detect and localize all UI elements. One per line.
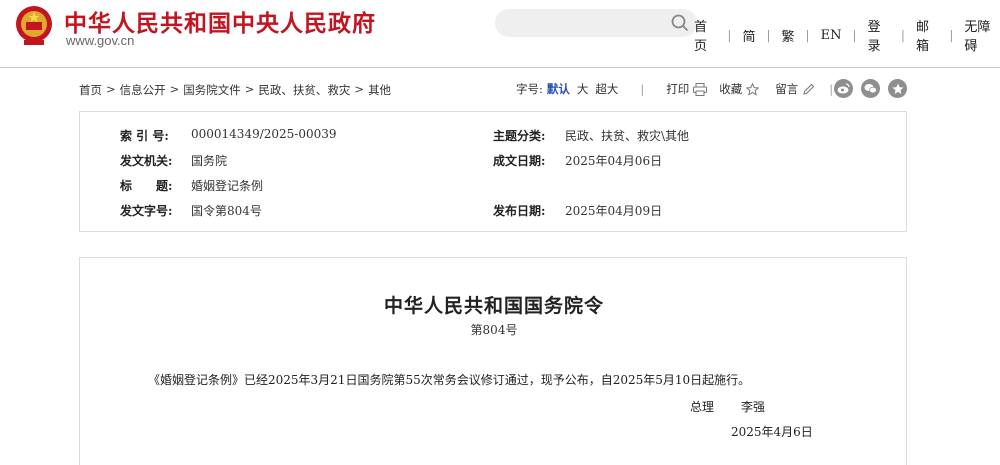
nav-simplified[interactable]: 简 — [740, 26, 757, 45]
national-emblem-icon[interactable] — [14, 4, 54, 46]
info-topic: 主题分类: 民政、扶贫、救灾\其他 — [493, 127, 689, 144]
info-topic-label: 主题分类: — [493, 129, 546, 143]
signer-name: 李强 — [741, 400, 766, 414]
share-bar — [834, 79, 915, 98]
print-label: 打印 — [666, 82, 690, 96]
info-topic-value: 民政、扶贫、救灾\其他 — [565, 129, 690, 143]
info-index-value: 000014349/2025-00039 — [191, 127, 337, 141]
info-title: 标 题: 婚姻登记条例 — [120, 177, 263, 194]
printer-icon — [693, 82, 708, 96]
breadcrumb-info-public[interactable]: 信息公开 — [120, 82, 166, 98]
signer-title: 总理 — [690, 400, 715, 414]
info-docno: 发文字号: 国令第804号 — [120, 202, 262, 219]
nav-home[interactable]: 首页 — [692, 16, 718, 54]
favorite-label: 收藏 — [719, 82, 743, 96]
font-size-label: 字号: — [516, 82, 543, 96]
document-body: 中华人民共和国国务院令 第804号 《婚姻登记条例》已经2025年3月21日国务… — [79, 257, 907, 465]
info-docno-label: 发文字号: — [120, 204, 173, 218]
weibo-share-icon[interactable] — [834, 79, 853, 98]
nav-mail[interactable]: 邮箱 — [914, 16, 940, 54]
nav-accessibility[interactable]: 无障碍 — [962, 16, 1000, 54]
site-url: www.gov.cn — [66, 33, 135, 48]
info-title-value: 婚姻登记条例 — [191, 179, 264, 193]
nav-login[interactable]: 登录 — [866, 16, 892, 54]
document-number: 第804号 — [470, 323, 518, 337]
print-button[interactable]: 打印 — [666, 81, 708, 97]
info-index: 索 引 号: 000014349/2025-00039 — [120, 127, 337, 144]
info-publish-label: 发布日期: — [493, 204, 546, 218]
site-header: 中华人民共和国中央人民政府 www.gov.cn 首页 | 简 | 繁 | EN… — [0, 0, 1000, 68]
pencil-icon — [803, 83, 815, 95]
font-size-large[interactable]: 大 — [577, 81, 589, 97]
document-date: 2025年4月6日 — [731, 425, 813, 439]
star-icon — [746, 82, 760, 96]
wechat-share-icon[interactable] — [861, 79, 880, 98]
nav-traditional[interactable]: 繁 — [780, 26, 797, 45]
breadcrumb-home[interactable]: 首页 — [79, 82, 102, 98]
info-issuer: 发文机关: 国务院 — [120, 152, 227, 169]
info-written-label: 成文日期: — [493, 154, 546, 168]
favorite-button[interactable]: 收藏 — [719, 81, 760, 97]
font-size-xlarge[interactable]: 超大 — [595, 81, 618, 97]
info-written: 成文日期: 2025年04月06日 — [493, 152, 662, 169]
breadcrumb-state-council-docs[interactable]: 国务院文件 — [183, 82, 241, 98]
document-info-table: 索 引 号: 000014349/2025-00039 主题分类: 民政、扶贫、… — [79, 111, 907, 232]
star-favorite-icon[interactable] — [888, 79, 907, 98]
document-paragraph: 《婚姻登记条例》已经2025年3月21日国务院第55次常务会议修订通过，现予公布… — [148, 373, 751, 387]
search-icon[interactable] — [671, 14, 689, 32]
search-input[interactable] — [495, 9, 697, 37]
info-publish: 发布日期: 2025年04月09日 — [493, 202, 662, 219]
comment-button[interactable]: 留言 — [775, 81, 815, 97]
breadcrumb-civil-affairs[interactable]: 民政、扶贫、救灾 — [258, 82, 350, 98]
font-size-default[interactable]: 默认 — [547, 81, 570, 97]
article-tools: 字号: 默认 大 超大 | 打印 收藏 留言 | — [516, 81, 834, 97]
info-docno-value: 国令第804号 — [191, 204, 262, 218]
info-issuer-value: 国务院 — [191, 154, 228, 168]
info-index-label: 索 引 号: — [120, 129, 169, 143]
comment-label: 留言 — [775, 82, 799, 96]
info-publish-value: 2025年04月09日 — [565, 204, 663, 218]
nav-english[interactable]: EN — [819, 28, 844, 43]
breadcrumb: 首页 > 信息公开 > 国务院文件 > 民政、扶贫、救灾 > 其他 — [79, 82, 392, 98]
top-nav: 首页 | 简 | 繁 | EN | 登录 | 邮箱 | 无障碍 — [692, 16, 1000, 54]
document-title: 中华人民共和国国务院令 — [383, 295, 604, 317]
breadcrumb-other[interactable]: 其他 — [368, 82, 391, 98]
info-issuer-label: 发文机关: — [120, 154, 173, 168]
info-written-value: 2025年04月06日 — [565, 154, 663, 168]
info-title-label: 标 题: — [120, 179, 173, 193]
